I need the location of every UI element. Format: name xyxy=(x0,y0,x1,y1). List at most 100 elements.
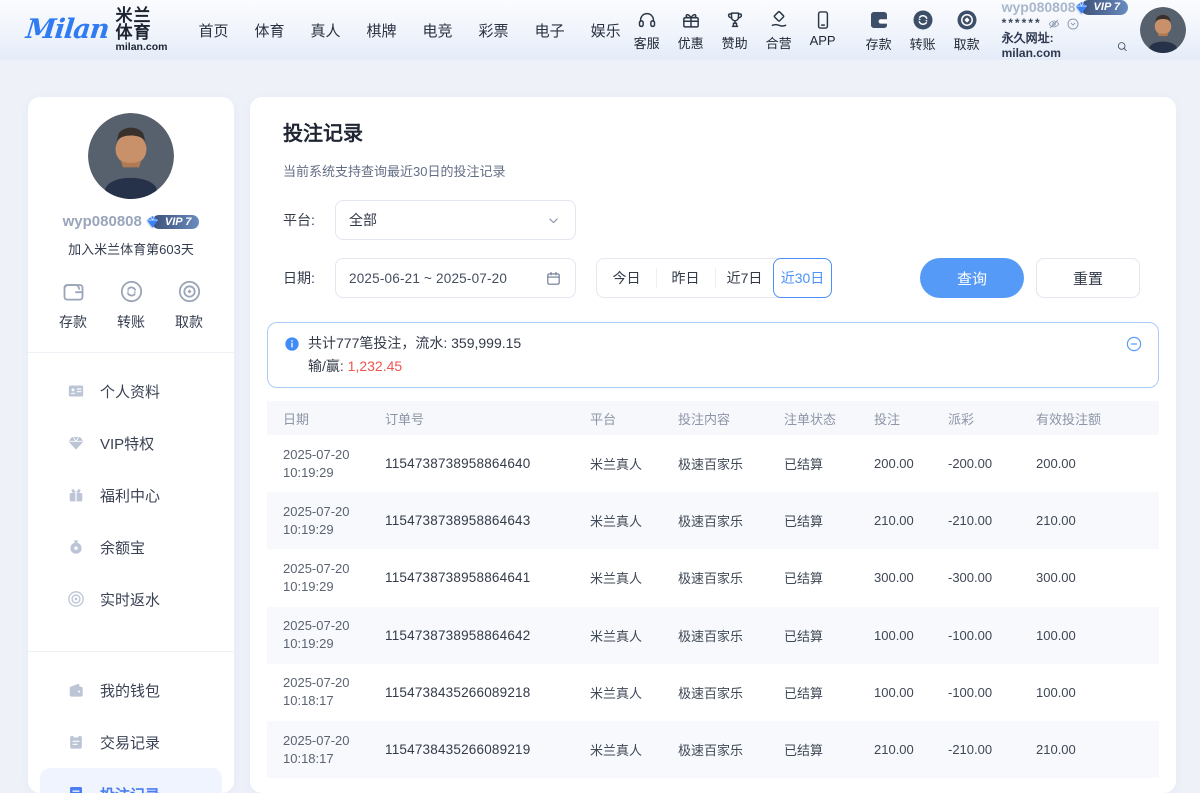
header-link-headset[interactable]: 客服 xyxy=(626,9,668,52)
vip-level-text: VIP 7 xyxy=(1094,1,1121,15)
sidebar-item-rebate[interactable]: 实时返水 xyxy=(28,573,234,625)
join-days-text: 加入米兰体育第603天 xyxy=(28,239,234,258)
cell-status: 已结算 xyxy=(784,626,874,645)
sidebar-item-label: 实时返水 xyxy=(100,589,160,610)
eye-off-icon[interactable] xyxy=(1047,17,1061,31)
walletF-icon xyxy=(867,8,891,32)
cell-content: 极速百家乐 xyxy=(678,568,784,587)
sidebar-item-idcard[interactable]: 个人资料 xyxy=(28,365,234,417)
cell-payout: -200.00 xyxy=(948,456,1036,471)
gem-icon xyxy=(66,433,86,453)
quick-action-walletO[interactable]: 存款 xyxy=(52,278,94,332)
cell-status: 已结算 xyxy=(784,568,874,587)
header-link-coop[interactable]: 合营 xyxy=(758,9,800,52)
range-button[interactable]: 今日 xyxy=(597,259,656,297)
trophy-icon xyxy=(724,9,746,31)
top-navbar: Milan 米兰体育 milan.com 首页体育真人棋牌电竞彩票电子娱乐 客服… xyxy=(0,0,1200,60)
cell-date: 2025-07-2010:19:29 xyxy=(267,503,385,539)
cell-order: 1154738738958864642 xyxy=(385,628,590,643)
welfare-icon xyxy=(66,485,86,505)
rebate-icon xyxy=(66,589,86,609)
cell-bet: 210.00 xyxy=(874,513,948,528)
collapse-icon[interactable] xyxy=(1125,335,1143,353)
avatar[interactable] xyxy=(1140,7,1186,53)
sidebar-quick-actions: 存款转账 取款 xyxy=(28,278,234,332)
sidebar-item-moneybag[interactable]: 余额宝 xyxy=(28,521,234,573)
search-icon[interactable] xyxy=(1116,40,1128,53)
sidebar-item-welfare[interactable]: 福利中心 xyxy=(28,469,234,521)
cell-order: 1154738738958864641 xyxy=(385,570,590,585)
cell-valid: 210.00 xyxy=(1036,742,1159,757)
cell-date: 2025-07-2010:18:17 xyxy=(267,732,385,768)
quick-action-syncO-label: 转账 xyxy=(117,312,145,332)
sidebar-item-label: 余额宝 xyxy=(100,537,145,558)
idcard-icon xyxy=(66,381,86,401)
clipboard-icon xyxy=(66,732,86,752)
nav-item-2[interactable]: 体育 xyxy=(249,16,289,45)
logo-cn-text: 米兰体育 xyxy=(116,7,168,43)
search-button[interactable]: 查询 xyxy=(920,258,1024,298)
cell-content: 极速百家乐 xyxy=(678,511,784,530)
header-link-trophy-label: 赞助 xyxy=(722,33,748,52)
cell-payout: -100.00 xyxy=(948,628,1036,643)
sidebar-item-gem[interactable]: VIP特权 xyxy=(28,417,234,469)
quick-action-syncO[interactable]: 转账 xyxy=(110,278,152,332)
platform-label: 平台: xyxy=(283,210,335,230)
nav-item-4[interactable]: 棋牌 xyxy=(362,16,402,45)
header-link-walletF[interactable]: 存款 xyxy=(858,8,900,53)
nav-item-7[interactable]: 电子 xyxy=(530,16,570,45)
range-button[interactable]: 近30日 xyxy=(773,258,832,298)
avatar[interactable] xyxy=(88,113,174,199)
table-header-cell: 派彩 xyxy=(948,409,1036,428)
table-header-row: 日期订单号平台投注内容注单状态投注派彩有效投注额 xyxy=(267,401,1159,435)
headset-icon xyxy=(636,9,658,31)
sidebar-item-mywallet[interactable]: 我的钱包 xyxy=(28,664,234,716)
nav-item-1[interactable]: 首页 xyxy=(193,16,233,45)
records-table: 日期订单号平台投注内容注单状态投注派彩有效投注额 2025-07-2010:19… xyxy=(267,401,1159,778)
nav-item-3[interactable]: 真人 xyxy=(306,16,346,45)
table-header-cell: 有效投注额 xyxy=(1036,409,1159,428)
nav-item-6[interactable]: 彩票 xyxy=(474,16,514,45)
mywallet-icon xyxy=(66,680,86,700)
cell-bet: 100.00 xyxy=(874,628,948,643)
header-link-gift[interactable]: 优惠 xyxy=(670,9,712,52)
site-logo[interactable]: Milan 米兰体育 milan.com xyxy=(26,7,167,54)
reset-button[interactable]: 重置 xyxy=(1036,258,1140,298)
balance-dropdown-icon[interactable] xyxy=(1066,17,1080,31)
sidebar-item-docfile[interactable]: 投注记录 xyxy=(40,768,222,793)
range-button[interactable]: 近7日 xyxy=(715,259,774,297)
nav-item-5[interactable]: 电竞 xyxy=(418,16,458,45)
platform-select[interactable]: 全部 xyxy=(335,200,576,240)
cell-content: 极速百家乐 xyxy=(678,626,784,645)
cell-date: 2025-07-2010:19:29 xyxy=(267,617,385,653)
quick-range-group: 今日昨日近7日近30日 xyxy=(596,258,832,298)
masked-balance: ****** xyxy=(1002,16,1042,31)
header-link-syncF-label: 转账 xyxy=(910,34,936,53)
calendar-icon[interactable] xyxy=(545,270,562,287)
header-link-phone[interactable]: APP xyxy=(802,9,844,52)
quick-action-targetO[interactable]: 取款 xyxy=(168,278,210,332)
platform-select-value: 全部 xyxy=(349,210,545,230)
vip-badge: VIP 7 xyxy=(1081,0,1129,15)
syncO-icon xyxy=(118,278,145,305)
quick-action-targetO-label: 取款 xyxy=(175,312,203,332)
cell-date: 2025-07-2010:19:29 xyxy=(267,446,385,482)
table-body: 2025-07-2010:19:291154738738958864640米兰真… xyxy=(267,435,1159,778)
sidebar-item-label: 投注记录 xyxy=(100,784,160,793)
cell-payout: -300.00 xyxy=(948,570,1036,585)
nav-item-8[interactable]: 娱乐 xyxy=(586,16,626,45)
divider xyxy=(28,651,234,652)
cell-payout: -210.00 xyxy=(948,513,1036,528)
sidebar-item-clipboard[interactable]: 交易记录 xyxy=(28,716,234,768)
coop-icon xyxy=(768,9,790,31)
summary-loss-value: 1,232.45 xyxy=(348,358,403,374)
header-link-targetF[interactable]: 取款 xyxy=(946,8,988,53)
logo-domain-text: milan.com xyxy=(116,42,168,53)
summary-banner: 共计777笔投注，流水: 359,999.15 输/赢: 1,232.45 xyxy=(267,322,1159,388)
header-link-trophy[interactable]: 赞助 xyxy=(714,9,756,52)
date-range-input[interactable]: 2025-06-21 ~ 2025-07-20 xyxy=(335,258,576,298)
vip-level-text: VIP 7 xyxy=(165,216,192,228)
range-button[interactable]: 昨日 xyxy=(656,259,715,297)
sidebar-item-label: 我的钱包 xyxy=(100,680,160,701)
header-link-syncF[interactable]: 转账 xyxy=(902,8,944,53)
